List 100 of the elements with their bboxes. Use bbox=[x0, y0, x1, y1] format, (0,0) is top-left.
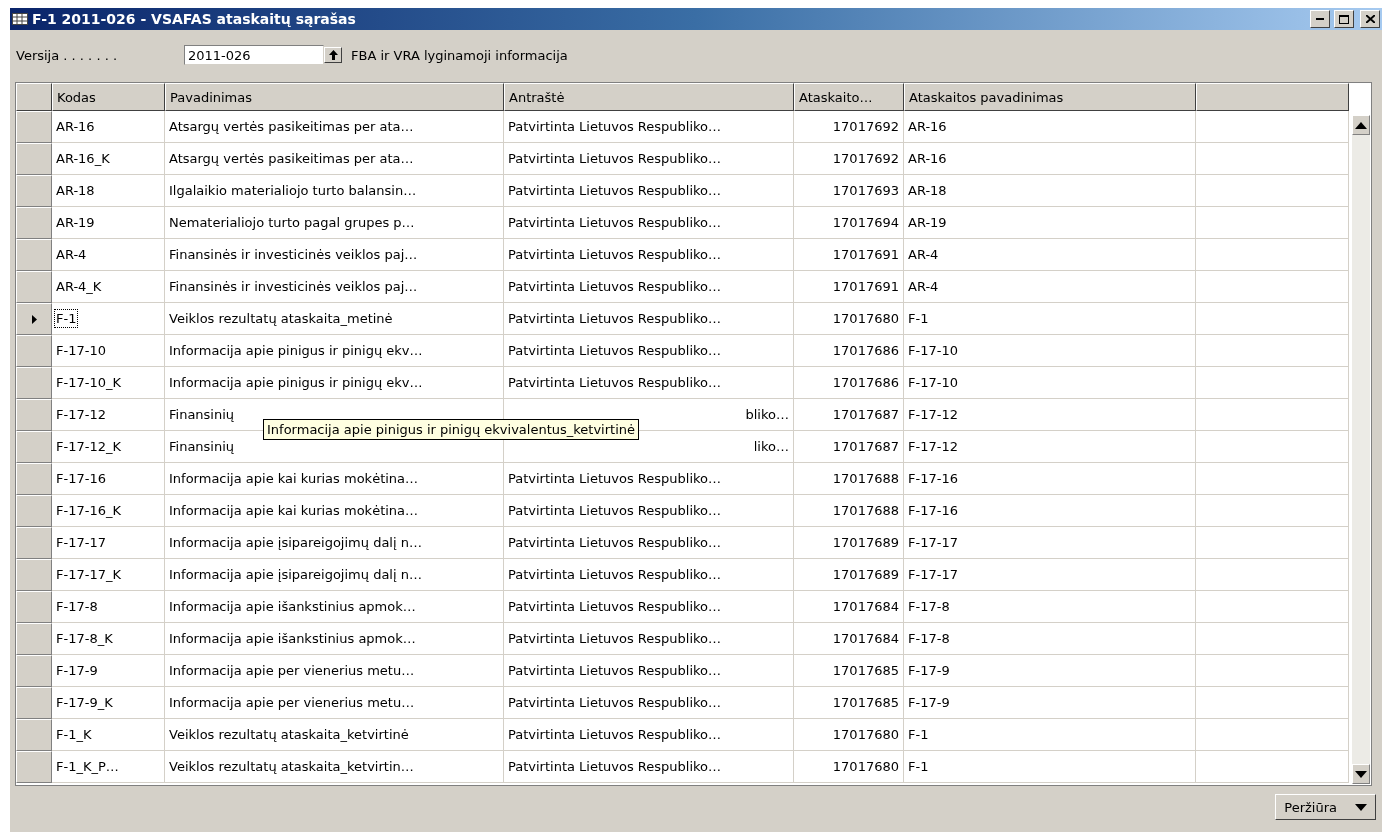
table-cell: Patvirtinta Lietuvos Respubliko… bbox=[504, 495, 794, 527]
table-cell: AR-4 bbox=[52, 239, 165, 271]
table-cell: Ilgalaikio materialiojo turto balansin… bbox=[165, 175, 504, 207]
version-label: Versija . . . . . . . bbox=[16, 47, 119, 63]
table-cell: 17017680 bbox=[794, 719, 904, 751]
table-cell: Informacija apie per vienerius metu… bbox=[165, 687, 504, 719]
table-cell: Patvirtinta Lietuvos Respubliko… bbox=[504, 751, 794, 783]
table-cell: F-1_K_P… bbox=[52, 751, 165, 783]
table-cell: F-17-8 bbox=[904, 623, 1196, 655]
table-cell: Atsargų vertės pasikeitimas per ata… bbox=[165, 111, 504, 143]
table-cell: Informacija apie išankstinius apmok… bbox=[165, 591, 504, 623]
table-cell: F-17-8 bbox=[904, 591, 1196, 623]
table-cell: Patvirtinta Lietuvos Respubliko… bbox=[504, 143, 794, 175]
table-cell: F-17-12 bbox=[52, 399, 165, 431]
table-cell: Finansinės ir investicinės veiklos paj… bbox=[165, 239, 504, 271]
table-cell: AR-4 bbox=[904, 239, 1196, 271]
table-cell: AR-16 bbox=[904, 111, 1196, 143]
table-cell: Patvirtinta Lietuvos Respubliko… bbox=[504, 655, 794, 687]
table-cell: Informacija apie pinigus ir pinigų ekv… bbox=[165, 335, 504, 367]
table-cell: AR-18 bbox=[904, 175, 1196, 207]
table-cell: AR-16_K bbox=[52, 143, 165, 175]
table-cell: 17017689 bbox=[794, 559, 904, 591]
table-cell: Informacija apie išankstinius apmok… bbox=[165, 623, 504, 655]
table-cell: F-17-9 bbox=[52, 655, 165, 687]
table-cell: Patvirtinta Lietuvos Respubliko… bbox=[504, 463, 794, 495]
table-cell: Informacija apie įsipareigojimų dalį n… bbox=[165, 559, 504, 591]
table-cell: AR-18 bbox=[52, 175, 165, 207]
table-cell: F-17-17 bbox=[52, 527, 165, 559]
table-cell: Informacija apie per vienerius metu… bbox=[165, 655, 504, 687]
table-cell: F-17-9_K bbox=[52, 687, 165, 719]
column-header[interactable]: Pavadinimas bbox=[165, 83, 504, 111]
table-cell: Patvirtinta Lietuvos Respubliko… bbox=[504, 303, 794, 335]
table-cell: 17017687 bbox=[794, 399, 904, 431]
column-header[interactable]: Ataskaitos pavadinimas bbox=[904, 83, 1196, 111]
table-cell: 17017686 bbox=[794, 367, 904, 399]
table-cell: Patvirtinta Lietuvos Respubliko… bbox=[504, 271, 794, 303]
table-cell: 17017688 bbox=[794, 495, 904, 527]
table-cell: F-17-10 bbox=[904, 367, 1196, 399]
table-cell: F-17-16 bbox=[904, 495, 1196, 527]
table-cell: F-17-10 bbox=[52, 335, 165, 367]
table-cell: F-17-16_K bbox=[52, 495, 165, 527]
table-cell: 17017691 bbox=[794, 239, 904, 271]
table-cell: 17017685 bbox=[794, 655, 904, 687]
table-cell: F-17-12 bbox=[904, 431, 1196, 463]
table-cell: 17017687 bbox=[794, 431, 904, 463]
column-header[interactable]: Kodas bbox=[52, 83, 165, 111]
table-cell: F-17-16 bbox=[904, 463, 1196, 495]
table-cell: 17017689 bbox=[794, 527, 904, 559]
table-cell: Patvirtinta Lietuvos Respubliko… bbox=[504, 367, 794, 399]
table-cell: Informacija apie kai kurias mokėtina… bbox=[165, 495, 504, 527]
table-cell: Veiklos rezultatų ataskaita_ketvirtin… bbox=[165, 751, 504, 783]
table-cell: Patvirtinta Lietuvos Respubliko… bbox=[504, 111, 794, 143]
table-cell: 17017694 bbox=[794, 207, 904, 239]
table-cell: 17017684 bbox=[794, 623, 904, 655]
table-cell: AR-4_K bbox=[52, 271, 165, 303]
table-cell: 17017684 bbox=[794, 591, 904, 623]
table-cell: 17017692 bbox=[794, 143, 904, 175]
table-cell: 17017686 bbox=[794, 335, 904, 367]
version-field[interactable]: 2011-026 bbox=[184, 45, 324, 65]
table-cell: Informacija apie įsipareigojimų dalį n… bbox=[165, 527, 504, 559]
table-cell: F-17-9 bbox=[904, 687, 1196, 719]
table-cell: F-17-12_K bbox=[52, 431, 165, 463]
table-cell: Patvirtinta Lietuvos Respubliko… bbox=[504, 207, 794, 239]
table-cell: F-1 bbox=[904, 719, 1196, 751]
table-cell: F-17-16 bbox=[52, 463, 165, 495]
table-cell: Atsargų vertės pasikeitimas per ata… bbox=[165, 143, 504, 175]
table-cell: F-17-9 bbox=[904, 655, 1196, 687]
table-cell: AR-19 bbox=[904, 207, 1196, 239]
table-cell: Veiklos rezultatų ataskaita_metinė bbox=[165, 303, 504, 335]
table-cell: F-1 bbox=[52, 303, 165, 335]
table-cell: 17017685 bbox=[794, 687, 904, 719]
version-description: FBA ir VRA lyginamoji informacija bbox=[351, 47, 568, 63]
table-cell: F-17-8 bbox=[52, 591, 165, 623]
column-header[interactable]: Antraštė bbox=[504, 83, 794, 111]
table-cell: Patvirtinta Lietuvos Respubliko… bbox=[504, 687, 794, 719]
table-cell: 17017693 bbox=[794, 175, 904, 207]
preview-button[interactable]: Peržiūra bbox=[1275, 794, 1376, 820]
table-cell: 17017691 bbox=[794, 271, 904, 303]
table-cell: 17017692 bbox=[794, 111, 904, 143]
table-cell: Finansinės ir investicinės veiklos paj… bbox=[165, 271, 504, 303]
table-cell: 17017688 bbox=[794, 463, 904, 495]
table-cell: AR-4 bbox=[904, 271, 1196, 303]
table-cell: F-17-12 bbox=[904, 399, 1196, 431]
table-cell: F-17-10_K bbox=[52, 367, 165, 399]
table-cell: Patvirtinta Lietuvos Respubliko… bbox=[504, 335, 794, 367]
table-cell: F-1 bbox=[904, 751, 1196, 783]
column-header[interactable]: Ataskaito… bbox=[794, 83, 904, 111]
table-cell: Nematerialiojo turto pagal grupes p… bbox=[165, 207, 504, 239]
table-cell: Informacija apie pinigus ir pinigų ekv… bbox=[165, 367, 504, 399]
tooltip: Informacija apie pinigus ir pinigų ekvivalentus_ketvirtinė bbox=[263, 419, 640, 440]
table-cell: F-1 bbox=[904, 303, 1196, 335]
table-cell: Patvirtinta Lietuvos Respubliko… bbox=[504, 623, 794, 655]
table-cell: Patvirtinta Lietuvos Respubliko… bbox=[504, 591, 794, 623]
table-cell: F-17-17_K bbox=[52, 559, 165, 591]
table-cell: AR-16 bbox=[904, 143, 1196, 175]
table-cell: AR-16 bbox=[52, 111, 165, 143]
table-cell: Patvirtinta Lietuvos Respubliko… bbox=[504, 719, 794, 751]
table-cell: 17017680 bbox=[794, 303, 904, 335]
table-cell: Patvirtinta Lietuvos Respubliko… bbox=[504, 527, 794, 559]
window-title: F-1 2011-026 - VSAFAS ataskaitų sąrašas bbox=[32, 11, 357, 27]
